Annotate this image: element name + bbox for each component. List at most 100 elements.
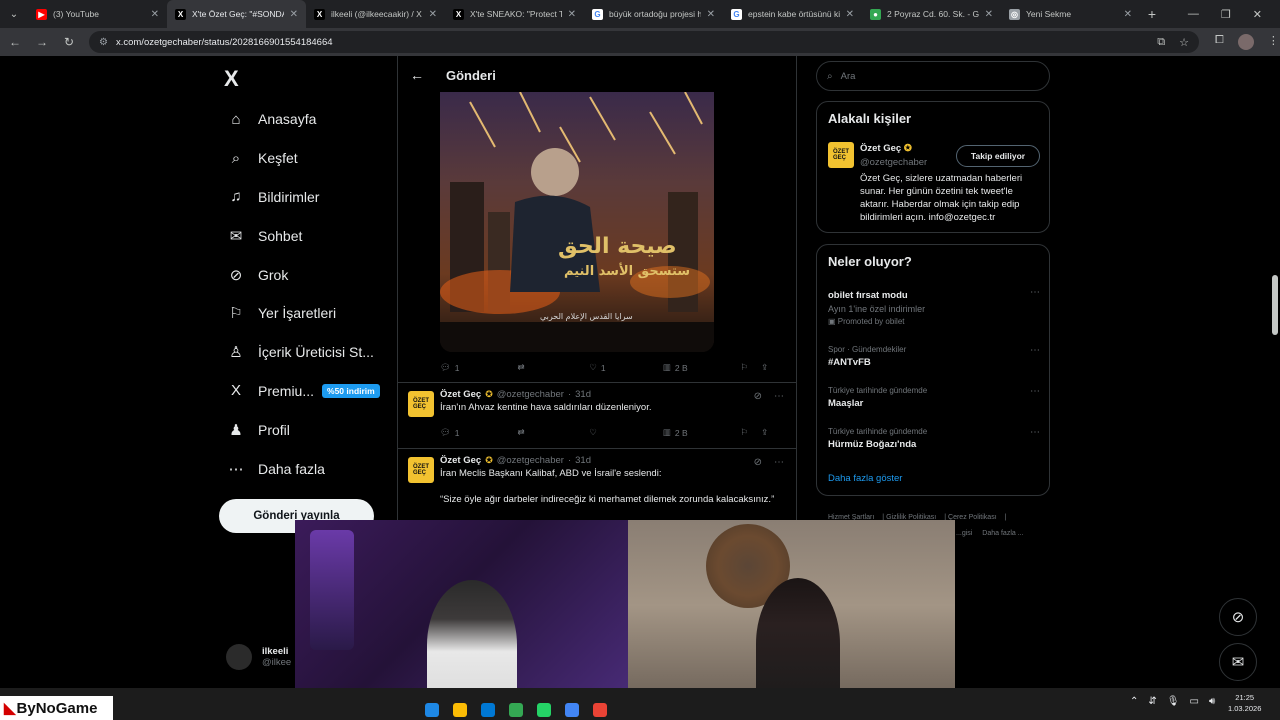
taskbar-app-icon[interactable] [509, 703, 523, 717]
related-handle[interactable]: @ozetgechaber [860, 157, 927, 168]
author-handle[interactable]: @ozetgechaber [497, 455, 564, 466]
more-options-icon[interactable]: ⋯ [1030, 427, 1040, 438]
maximize-icon[interactable]: ❐ [1221, 8, 1231, 21]
browser-tab[interactable]: X X'te Özet Geç: "#SONDAKİKA ✕ [167, 0, 306, 28]
more-options-icon[interactable]: ⋯ [1030, 287, 1040, 298]
search-input[interactable]: ⌕ Ara [816, 61, 1050, 91]
nav-item[interactable]: ✉ Sohbet [226, 216, 396, 255]
author-handle[interactable]: @ozetgechaber [497, 389, 564, 400]
taskbar-app-icon[interactable] [481, 703, 495, 717]
scrollbar[interactable] [1270, 56, 1280, 688]
bookmark-button[interactable]: ⚐ [740, 362, 761, 373]
browser-tab[interactable]: ▶ (3) YouTube ✕ [28, 0, 167, 28]
browser-menu-icon[interactable]: ⋮ [1268, 34, 1279, 50]
nav-item[interactable]: ⋯ Daha fazla [226, 449, 396, 488]
trend-item[interactable]: Türkiye tarihinde gündemde Maaşlar ⋯ [828, 386, 1040, 409]
grok-icon[interactable]: ⊘ [754, 391, 762, 402]
more-options-icon[interactable]: ⋯ [1030, 386, 1040, 397]
close-tab-icon[interactable]: ✕ [846, 9, 854, 20]
trend-item[interactable]: Türkiye tarihinde gündemde Hürmüz Boğazı… [828, 427, 1040, 450]
bookmark-button[interactable]: ⚐ [740, 427, 761, 438]
new-tab-button[interactable]: + [1140, 6, 1164, 22]
close-window-icon[interactable]: ✕ [1253, 8, 1262, 21]
close-tab-icon[interactable]: ✕ [151, 9, 159, 20]
share-button[interactable]: ⇪ [761, 362, 780, 373]
like-button[interactable]: ♡ 1 [589, 362, 663, 373]
like-button[interactable]: ♡ [589, 427, 663, 438]
reply-tweet[interactable]: ÖZET GEÇ Özet Geç ✪ @ozetgechaber · 31d ⊘… [398, 382, 796, 448]
author-avatar[interactable]: ÖZET GEÇ [408, 391, 434, 417]
minimize-icon[interactable]: — [1188, 8, 1199, 21]
footer-link[interactable]: ...gisi [956, 530, 972, 537]
tweet-media-image[interactable]: صيحة الحق ستسحق الأسد النيم سرايا القدس … [440, 92, 714, 352]
taskbar-app-icon[interactable] [453, 703, 467, 717]
more-options-icon[interactable]: ⋯ [774, 391, 784, 402]
reply-button[interactable]: 💬︎ 1 [440, 362, 517, 373]
trend-item[interactable]: obilet fırsat modu Ayın 1'ine özel indir… [828, 287, 1040, 326]
reply-tweet[interactable]: ÖZET GEÇ Özet Geç ✪ @ozetgechaber · 31d ⊘… [398, 448, 796, 528]
close-tab-icon[interactable]: ✕ [568, 9, 576, 20]
reload-icon[interactable]: ↻ [57, 35, 81, 49]
browser-tab[interactable]: Xilkeeli (@ilkeecaakir) / X ✕ [306, 0, 445, 28]
forward-icon[interactable]: → [30, 35, 54, 49]
show-more-link[interactable]: Daha fazla göster [828, 473, 902, 484]
scrollbar-thumb[interactable] [1272, 275, 1278, 335]
profile-avatar[interactable] [1237, 34, 1254, 50]
retweet-button[interactable]: ⇄ [517, 427, 589, 438]
footer-link[interactable]: Daha fazla ... [982, 530, 1023, 537]
nav-item[interactable]: ♙ İçerik Üreticisi St... [226, 333, 396, 372]
account-switcher[interactable]: ilkeeli @ilkee [226, 644, 291, 670]
nav-item[interactable]: ⌂ Anasayfa [226, 100, 396, 139]
browser-tab[interactable]: Gbüyük ortadoğu projesi h ✕ [584, 0, 723, 28]
nav-item[interactable]: ⚐ Yer İşaretleri [226, 294, 396, 333]
install-app-icon[interactable]: ⧉ [1157, 36, 1165, 49]
following-button[interactable]: Takip ediliyor [956, 145, 1040, 167]
close-tab-icon[interactable]: ✕ [1124, 9, 1132, 20]
nav-item[interactable]: X Premiu... %50 indirim [226, 372, 396, 411]
nav-item[interactable]: ⊘ Grok [226, 255, 396, 294]
trend-item[interactable]: Spor · Gündemdekiler #ANTvFB ⋯ [828, 345, 1040, 368]
browser-tab[interactable]: ● 2 Poyraz Cd. 60. Sk. - Goo ✕ [862, 0, 1001, 28]
close-tab-icon[interactable]: ✕ [429, 9, 437, 20]
close-tab-icon[interactable]: ✕ [290, 9, 298, 20]
chevron-up-icon[interactable]: ⌃ [1130, 696, 1138, 707]
share-button[interactable]: ⇪ [761, 427, 780, 438]
volume-icon[interactable]: 🔊︎ [1209, 696, 1215, 707]
author-avatar[interactable]: ÖZET GEÇ [408, 457, 434, 483]
taskbar-app-icon[interactable] [565, 703, 579, 717]
extensions-icon[interactable]: ⧠ [1215, 34, 1224, 50]
retweet-button[interactable]: ⇄ [517, 362, 589, 373]
close-tab-icon[interactable]: ✕ [985, 9, 993, 20]
browser-tab[interactable]: ◎ Yeni Sekme ✕ [1001, 0, 1140, 28]
tab-search-button[interactable]: ⌄ [0, 0, 28, 28]
author-name[interactable]: Özet Geç [440, 389, 481, 400]
author-name[interactable]: Özet Geç [440, 455, 481, 466]
taskbar-app-icon[interactable] [425, 703, 439, 717]
related-name[interactable]: Özet Geç ✪ [860, 143, 912, 154]
address-bar[interactable]: ⚙ x.com/ozetgechaber/status/202816690155… [89, 31, 1199, 53]
more-options-icon[interactable]: ⋯ [1030, 345, 1040, 356]
tweet-time[interactable]: 31d [575, 389, 591, 400]
back-arrow-icon[interactable]: ← [410, 67, 424, 83]
taskbar-app-icon[interactable] [593, 703, 607, 717]
nav-item[interactable]: ♫ Bildirimler [226, 178, 396, 217]
bookmark-star-icon[interactable]: ☆ [1179, 36, 1189, 49]
nav-item[interactable]: ♟ Profil [226, 410, 396, 449]
network-icon[interactable]: ⇵ [1148, 696, 1156, 707]
taskbar-app-icon[interactable] [537, 703, 551, 717]
system-clock[interactable]: 21:25 1.03.2026 [1228, 692, 1261, 714]
site-info-icon[interactable]: ⚙ [99, 37, 108, 48]
related-avatar[interactable]: ÖZET GEÇ [828, 142, 854, 168]
tweet-time[interactable]: 31d [575, 455, 591, 466]
views-button[interactable]: ▥ 2 B [663, 427, 740, 438]
nav-item[interactable]: ⌕ Keşfet [226, 139, 396, 178]
display-icon[interactable]: ▭ [1189, 696, 1198, 707]
close-tab-icon[interactable]: ✕ [707, 9, 715, 20]
back-icon[interactable]: ← [3, 35, 27, 49]
more-options-icon[interactable]: ⋯ [774, 457, 784, 468]
browser-tab[interactable]: X X'te SNEAKO: "Protect Tu ✕ [445, 0, 584, 28]
x-logo[interactable]: X [224, 66, 239, 92]
views-button[interactable]: ▥ 2 B [663, 362, 740, 373]
browser-tab[interactable]: Gepstein kabe örtüsünü kim ✕ [723, 0, 862, 28]
grok-fab-icon[interactable]: ⊘ [1219, 598, 1257, 636]
